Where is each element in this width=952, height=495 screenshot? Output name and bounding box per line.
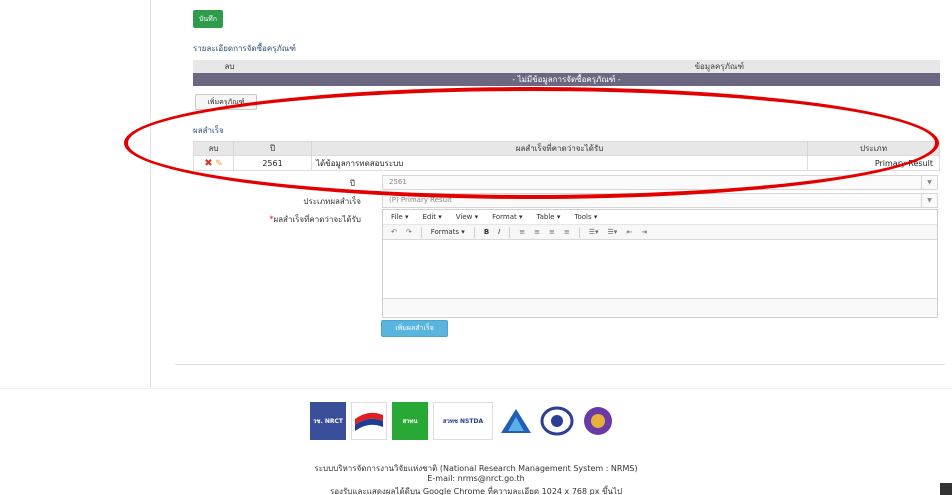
row-type: Primary Result — [807, 155, 940, 171]
formats-dropdown[interactable]: Formats ▾ — [431, 228, 465, 236]
triangle-logo — [498, 402, 534, 440]
outdent-icon[interactable]: ⇤ — [626, 228, 632, 236]
editor-menubar: File ▾ Edit ▾ View ▾ Format ▾ Table ▾ To… — [383, 210, 937, 225]
purple-seal-logo — [580, 402, 616, 440]
align-right-icon[interactable]: ≡ — [549, 228, 555, 236]
page: บันทึก รายละเอียดการจัดซื้อครุภัณฑ์ ลบ ข… — [0, 0, 952, 495]
result-type-select[interactable]: (P) Primary Result ▼ — [382, 193, 938, 208]
triangle-emblem-icon — [501, 409, 531, 433]
col-year: ปี — [233, 141, 312, 156]
row-actions: ✖ ✎ — [193, 155, 234, 171]
italic-icon[interactable]: I — [498, 228, 500, 236]
redo-icon[interactable]: ↷ — [406, 228, 412, 236]
menu-format[interactable]: Format ▾ — [492, 213, 522, 221]
align-center-icon[interactable]: ≡ — [534, 228, 540, 236]
editor-text-area[interactable] — [383, 240, 937, 298]
expected-result-label-text: ผลสำเร็จที่คาดว่าจะได้รับ — [273, 215, 361, 224]
row-result: ได้ข้อมูลการทดสอบระบบ — [311, 155, 808, 171]
year-select-value: 2561 — [389, 178, 407, 186]
col-delete: ลบ — [224, 62, 235, 71]
toolbar-divider — [473, 226, 475, 238]
equipment-table: ลบ ข้อมูลครุภัณฑ์ - ไม่มีข้อมูลการจัดซื้… — [193, 60, 940, 86]
menu-tools[interactable]: Tools ▾ — [574, 213, 597, 221]
editor-statusbar — [383, 298, 937, 316]
results-table-header: ลบ ปี ผลสำเร็จที่คาดว่าจะได้รับ ประเภท — [193, 141, 940, 156]
toolbar-divider — [420, 226, 422, 238]
footer-email: E-mail: nrms@nrct.go.th — [427, 474, 525, 483]
flag-emblem-icon — [355, 412, 383, 431]
chevron-down-icon: ▼ — [921, 194, 937, 207]
align-justify-icon[interactable]: ≡ — [564, 228, 570, 236]
footer: วช. NRCT สวทน สวทช NSTDA ระบบบริหารจัดกา… — [0, 388, 952, 495]
thai-flag-logo — [351, 402, 387, 440]
col-equipment-info: ข้อมูลครุภัณฑ์ — [694, 62, 744, 71]
results-table: ลบ ปี ผลสำเร็จที่คาดว่าจะได้รับ ประเภท ✖… — [193, 141, 940, 171]
result-type-label: ประเภทผลสำเร็จ — [303, 197, 361, 206]
col-type: ประเภท — [807, 141, 940, 156]
year-label: ปี — [349, 179, 355, 188]
menu-edit[interactable]: Edit ▾ — [422, 213, 441, 221]
left-sidebar-area — [0, 0, 151, 388]
col-delete: ลบ — [193, 141, 234, 156]
bold-icon[interactable]: B — [484, 228, 489, 236]
seal-emblem-icon — [584, 407, 612, 435]
toolbar-divider — [509, 226, 511, 238]
nstda-logo: สวทช NSTDA — [433, 402, 493, 440]
scroll-top-button[interactable] — [940, 483, 952, 495]
menu-table[interactable]: Table ▾ — [537, 213, 561, 221]
menu-view[interactable]: View ▾ — [456, 213, 478, 221]
partner-logos: วช. NRCT สวทน สวทช NSTDA — [310, 402, 616, 440]
trf-logo — [539, 402, 575, 440]
rich-text-editor[interactable]: File ▾ Edit ▾ View ▾ Format ▾ Table ▾ To… — [382, 209, 938, 318]
footer-browser-note: รองรับและแสดงผลได้ดีบน Google Chrome ที่… — [329, 487, 623, 495]
edit-pencil-icon[interactable]: ✎ — [215, 159, 223, 169]
row-year: 2561 — [233, 155, 312, 171]
results-section-title: ผลสำเร็จ — [193, 126, 224, 135]
expected-result-label: *ผลสำเร็จที่คาดว่าจะได้รับ — [227, 213, 361, 226]
align-left-icon[interactable]: ≡ — [519, 228, 525, 236]
equipment-table-header: ลบ ข้อมูลครุภัณฑ์ — [193, 60, 940, 73]
equipment-empty-message: - ไม่มีข้อมูลการจัดซื้อครุภัณฑ์ - — [193, 73, 940, 86]
undo-icon[interactable]: ↶ — [391, 228, 397, 236]
nrct-logo: วช. NRCT — [310, 402, 346, 440]
menu-file[interactable]: File ▾ — [391, 213, 408, 221]
equipment-section-title: รายละเอียดการจัดซื้อครุภัณฑ์ — [193, 44, 296, 53]
chevron-down-icon: ▼ — [921, 176, 937, 189]
add-equipment-button[interactable]: เพิ่มครุภัณฑ์ — [195, 94, 257, 110]
trf-emblem-icon — [540, 406, 574, 436]
sawatan-logo: สวทน — [392, 402, 428, 440]
bullet-list-icon[interactable]: ☰▾ — [589, 228, 599, 236]
save-button[interactable]: บันทึก — [193, 10, 223, 28]
numbered-list-icon[interactable]: ☰▾ — [608, 228, 618, 236]
editor-toolbar: ↶ ↷ Formats ▾ B I ≡ ≡ ≡ ≡ ☰▾ ☰▾ ⇤ ⇥ — [383, 225, 937, 240]
col-expected-result: ผลสำเร็จที่คาดว่าจะได้รับ — [311, 141, 808, 156]
indent-icon[interactable]: ⇥ — [641, 228, 647, 236]
result-type-select-value: (P) Primary Result — [389, 196, 452, 204]
table-row: ✖ ✎ 2561 ได้ข้อมูลการทดสอบระบบ Primary R… — [193, 155, 940, 171]
add-result-button[interactable]: เพิ่มผลสำเร็จ — [381, 320, 448, 337]
delete-icon[interactable]: ✖ — [204, 158, 212, 169]
main-content: บันทึก รายละเอียดการจัดซื้อครุภัณฑ์ ลบ ข… — [175, 0, 945, 365]
year-select[interactable]: 2561 ▼ — [382, 175, 938, 190]
toolbar-divider — [578, 226, 580, 238]
